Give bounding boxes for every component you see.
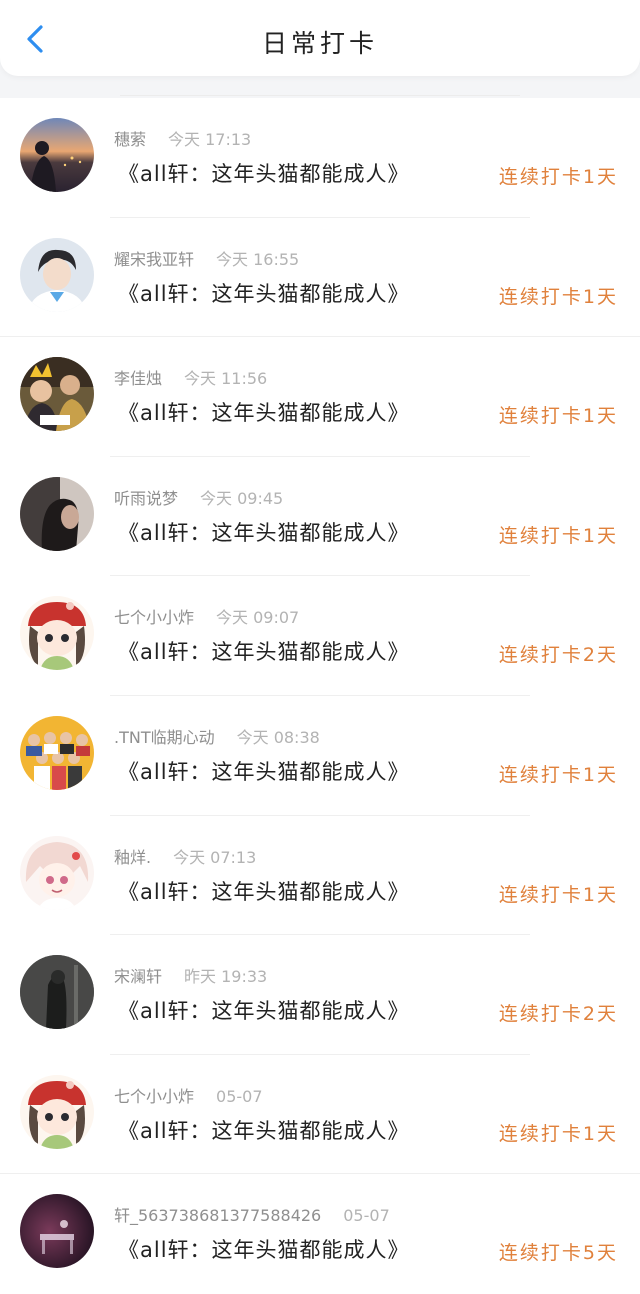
checkin-list: 穗萦 今天 17:13 《all轩：这年头猫都能成人》 连续打卡1天 耀宋我亚轩今…	[0, 98, 640, 1294]
avatar[interactable]	[20, 1194, 94, 1269]
streak-label: 连续打卡1天	[498, 405, 618, 428]
timestamp: 今天 11:56	[184, 369, 268, 389]
book-title: 《all轩：这年头猫都能成人》	[118, 759, 410, 784]
list-item[interactable]: 李佳烛 今天 11:56 《all轩：这年头猫都能成人》 连续打卡1天	[0, 337, 640, 457]
streak-label: 连续打卡1天	[498, 524, 618, 547]
list-item[interactable]: 七个小小炸 今天 09:07 《all轩：这年头猫都能成人》 连续打卡2天	[0, 576, 640, 696]
avatar[interactable]	[20, 118, 94, 192]
timestamp: 今天 16:55	[216, 249, 300, 269]
timestamp: 05-07	[216, 1086, 263, 1106]
user-name[interactable]: 釉烊.	[114, 848, 151, 867]
book-title: 《all轩：这年头猫都能成人》	[118, 281, 410, 306]
user-name[interactable]: 七个小小炸	[114, 1087, 194, 1106]
book-title: 《all轩：这年头猫都能成人》	[118, 401, 410, 426]
book-title: 《all轩：这年头猫都能成人》	[118, 999, 410, 1024]
user-name[interactable]: 听雨说梦	[114, 489, 178, 508]
list-item[interactable]: 釉烊. 今天 07:13 《all轩：这年头猫都能成人》 连续打卡1天	[0, 816, 640, 936]
book-title: 《all轩：这年头猫都能成人》	[118, 640, 410, 665]
timestamp: 今天 08:38	[236, 727, 320, 747]
timestamp: 昨天 19:33	[184, 967, 268, 987]
timestamp: 今天 09:45	[200, 488, 284, 508]
book-title: 《all轩：这年头猫都能成人》	[118, 879, 410, 904]
user-name[interactable]: 穗萦	[114, 130, 146, 149]
avatar[interactable]	[20, 237, 94, 312]
streak-label: 连续打卡5天	[498, 1242, 618, 1265]
page-title: 日常打卡	[261, 29, 378, 58]
timestamp: 今天 07:13	[173, 847, 257, 867]
list-item[interactable]: 轩_5637386813775884​26 05-07 《all轩：这年头猫都能成…	[0, 1174, 640, 1294]
list-item[interactable]: .TNT临期心动 今天 08:38 《all轩：这年头猫都能成人》 连续打卡1天	[0, 696, 640, 816]
avatar[interactable]	[20, 715, 94, 790]
book-title: 《all轩：这年头猫都能成人》	[118, 520, 410, 545]
user-name[interactable]: 耀宋我亚轩	[114, 250, 194, 269]
avatar[interactable]	[20, 357, 94, 432]
streak-label: 连续打卡1天	[498, 883, 618, 906]
list-item[interactable]: 耀宋我亚轩 今天 16:55 《all轩：这年头猫都能成人》 连续打卡1天	[0, 218, 640, 338]
user-name[interactable]: 李佳烛	[114, 369, 162, 388]
avatar[interactable]	[20, 1074, 94, 1149]
book-title: 《all轩：这年头猫都能成人》	[118, 1238, 410, 1263]
avatar[interactable]	[20, 476, 94, 551]
list-item[interactable]: 穗萦 今天 17:13 《all轩：这年头猫都能成人》 连续打卡1天	[0, 98, 640, 218]
list-item[interactable]: 宋澜轩 昨天 19:33 《all轩：这年头猫都能成人》 连续打卡2天	[0, 935, 640, 1055]
streak-label: 连续打卡2天	[498, 1003, 618, 1026]
streak-label: 连续打卡1天	[498, 1122, 618, 1145]
book-title: 《all轩：这年头猫都能成人》	[118, 1118, 410, 1143]
avatar[interactable]	[20, 955, 94, 1030]
user-name[interactable]: .TNT临期心动	[114, 728, 215, 747]
avatar[interactable]	[20, 835, 94, 910]
streak-label: 连续打卡1天	[498, 763, 618, 786]
timestamp: 今天 09:07	[216, 608, 300, 628]
streak-label: 连续打卡1天	[498, 166, 618, 188]
header-divider	[120, 95, 520, 96]
timestamp: 今天 17:13	[168, 130, 252, 149]
book-title: 《all轩：这年头猫都能成人》	[118, 162, 410, 186]
header-bar: 日常打卡	[0, 0, 640, 76]
timestamp: 05-07	[343, 1206, 390, 1226]
user-name[interactable]: 七个小小炸	[114, 608, 194, 627]
user-name[interactable]: 轩_5637386813775884​26	[114, 1206, 321, 1225]
user-name[interactable]: 宋澜轩	[114, 967, 162, 986]
list-item[interactable]: 听雨说梦 今天 09:45 《all轩：这年头猫都能成人》 连续打卡1天	[0, 457, 640, 577]
streak-label: 连续打卡1天	[498, 285, 618, 308]
avatar[interactable]	[20, 596, 94, 671]
list-item[interactable]: 七个小小炸 05-07 《all轩：这年头猫都能成人》 连续打卡1天	[0, 1055, 640, 1175]
streak-label: 连续打卡2天	[498, 644, 618, 667]
